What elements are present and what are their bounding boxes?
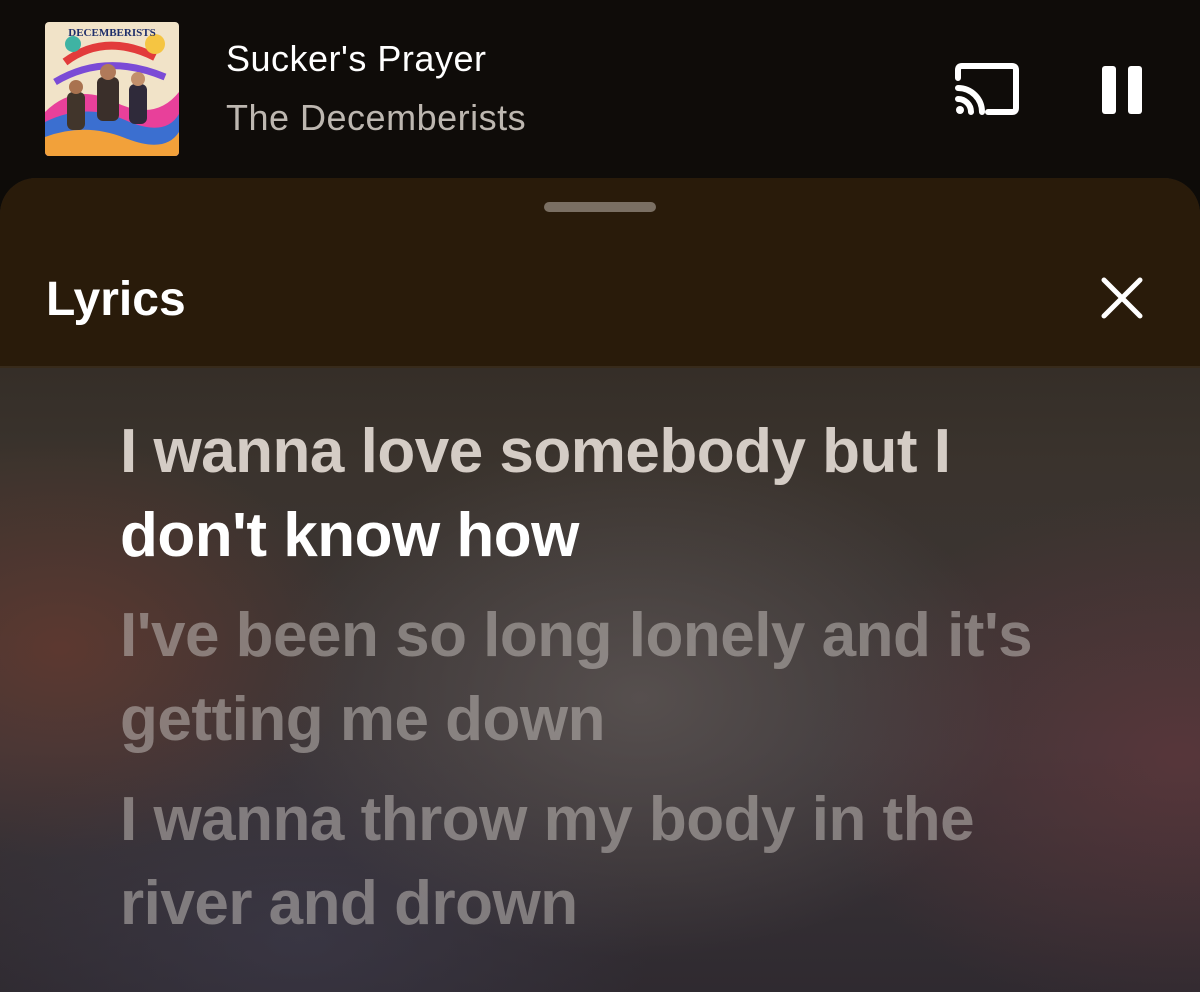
cast-icon xyxy=(955,63,1019,115)
album-art[interactable]: DECEMBERISTS xyxy=(45,22,179,156)
track-title[interactable]: Sucker's Prayer xyxy=(226,38,486,80)
lyrics-screen: DECEMBERISTS Sucker's Prayer The Decembe… xyxy=(0,0,1200,992)
album-art-text: DECEMBERISTS xyxy=(68,27,155,39)
mini-player[interactable]: DECEMBERISTS Sucker's Prayer The Decembe… xyxy=(0,0,1200,180)
lyrics-list[interactable]: I wanna love somebody but I don't know h… xyxy=(120,410,1080,962)
lyrics-sheet: Lyrics I wanna love somebody but I don't… xyxy=(0,178,1200,992)
lyric-line-active[interactable]: I wanna love somebody but I don't know h… xyxy=(120,410,1080,578)
lyrics-title: Lyrics xyxy=(46,273,186,326)
pause-icon xyxy=(1102,66,1142,114)
cast-button[interactable] xyxy=(950,60,1022,120)
drag-handle[interactable] xyxy=(544,202,656,212)
lyrics-sheet-header: Lyrics xyxy=(0,178,1200,368)
track-artist[interactable]: The Decemberists xyxy=(226,97,526,139)
lyric-line[interactable]: I've been so long lonely and it's gettin… xyxy=(120,594,1080,762)
album-art-image: DECEMBERISTS xyxy=(45,22,179,156)
lyric-current-text: don't know how xyxy=(120,501,579,570)
close-icon xyxy=(1101,277,1143,319)
lyric-line[interactable]: I wanna throw my body in the river and d… xyxy=(120,778,1080,946)
pause-button[interactable] xyxy=(1094,60,1150,120)
lyric-sung-text: I wanna love somebody but I xyxy=(120,417,951,486)
close-button[interactable] xyxy=(1098,274,1146,322)
